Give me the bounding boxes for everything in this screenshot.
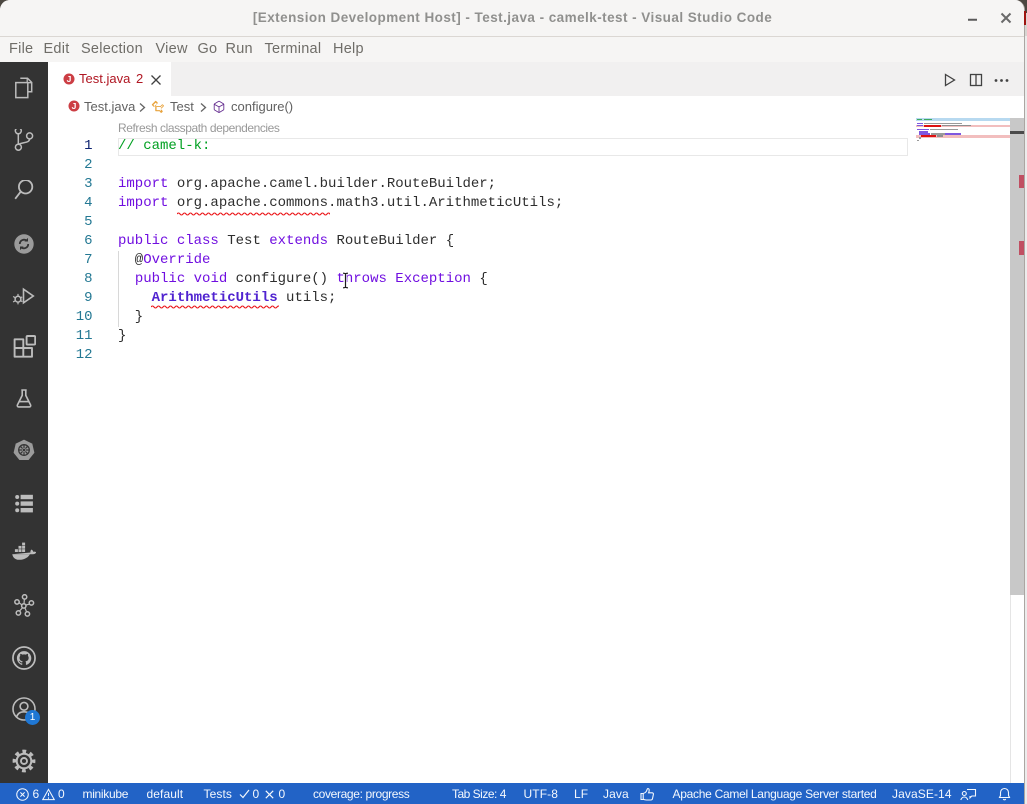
svg-text:J: J bbox=[72, 101, 77, 111]
svg-text:J: J bbox=[67, 74, 72, 84]
